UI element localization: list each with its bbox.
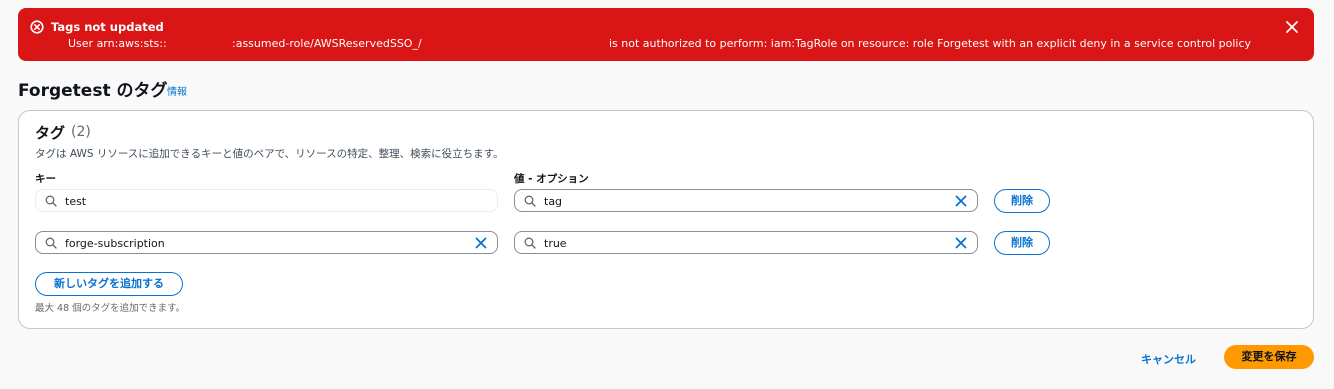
value-column-label: 値 - オプション xyxy=(514,173,589,185)
flash-message-part1: User arn:aws:sts:: xyxy=(68,37,167,50)
remove-tag-button[interactable]: 削除 xyxy=(994,231,1050,255)
close-icon[interactable] xyxy=(1284,19,1300,35)
tags-panel-title: タグ xyxy=(35,124,66,142)
tags-panel: タグ (2) タグは AWS リソースに追加できるキーと値のペアで、リソースの特… xyxy=(18,110,1314,329)
tags-description: タグは AWS リソースに追加できるキーと値のペアで、リソースの特定、整理、検索… xyxy=(35,148,504,160)
tag-key-field[interactable]: test xyxy=(35,189,498,212)
search-icon xyxy=(45,195,57,207)
flash-message-part2: :assumed-role/AWSReservedSSO_/ xyxy=(232,37,422,50)
search-icon xyxy=(524,237,536,249)
flash-title: Tags not updated xyxy=(51,20,164,34)
key-column-label: キー xyxy=(35,173,56,185)
search-icon xyxy=(45,237,57,249)
error-circle-icon xyxy=(30,20,44,34)
save-changes-button[interactable]: 変更を保存 xyxy=(1224,345,1314,369)
tag-value-text: true xyxy=(544,237,567,250)
info-link[interactable]: 情報 xyxy=(167,83,187,98)
flash-message-part3: is not authorized to perform: iam:TagRol… xyxy=(609,37,1252,50)
add-tag-button[interactable]: 新しいタグを追加する xyxy=(35,272,183,296)
clear-icon[interactable] xyxy=(475,237,487,249)
tag-value-field[interactable]: true xyxy=(514,231,978,254)
tag-key-field[interactable]: forge-subscription xyxy=(35,231,498,254)
tag-value-field[interactable]: tag xyxy=(514,189,978,212)
error-flash-banner: Tags not updated User arn:aws:sts:: :ass… xyxy=(18,8,1314,61)
page-title: Forgetest のタグ xyxy=(18,81,168,101)
tag-value-text: tag xyxy=(544,195,563,208)
clear-icon[interactable] xyxy=(955,237,967,249)
tag-key-value: forge-subscription xyxy=(65,237,165,250)
tag-limit-note: 最大 48 個のタグを追加できます。 xyxy=(35,303,186,314)
remove-tag-button[interactable]: 削除 xyxy=(994,189,1050,213)
tags-count: (2) xyxy=(71,124,91,140)
cancel-button[interactable]: キャンセル xyxy=(1141,351,1196,367)
tag-key-value: test xyxy=(65,195,87,208)
clear-icon[interactable] xyxy=(955,195,967,207)
search-icon xyxy=(524,195,536,207)
